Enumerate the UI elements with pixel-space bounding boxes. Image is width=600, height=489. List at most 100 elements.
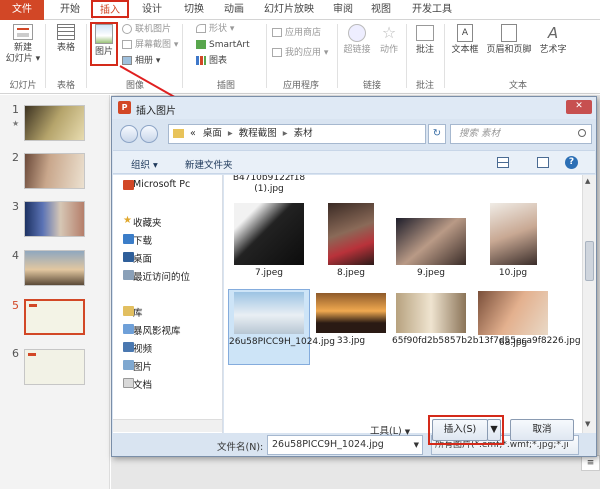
nav-label: 文档 bbox=[133, 380, 153, 391]
file-thumbnail bbox=[396, 293, 466, 333]
desktop-icon bbox=[123, 252, 134, 262]
nav-favorites[interactable]: ★ 收藏夹 bbox=[123, 215, 162, 230]
refresh-button[interactable]: ↻ bbox=[428, 124, 446, 144]
view-icon[interactable] bbox=[497, 157, 509, 168]
file-thumbnail bbox=[316, 293, 386, 333]
dialog-toolbar: 组织 ▾ 新建文件夹 ? bbox=[113, 150, 595, 174]
filetype-value: 所有图片(*.emf;*.wmf;*.jpg;*.ji bbox=[435, 440, 569, 450]
filename-value: 26u58PICC9H_1024.jpg bbox=[272, 439, 384, 450]
path-sep[interactable]: ▸ bbox=[228, 128, 233, 139]
library-icon bbox=[123, 306, 134, 316]
address-bar[interactable]: « 桌面 ▸ 教程截图 ▸ 素材 bbox=[168, 124, 426, 144]
cancel-button[interactable]: 取消 bbox=[510, 419, 574, 441]
nav-label: 桌面 bbox=[133, 254, 153, 265]
dialog-title-bar: P 插入图片 ✕ bbox=[112, 97, 596, 119]
file-thumbnail bbox=[234, 203, 304, 265]
file-thumbnail bbox=[396, 218, 466, 265]
nav-pictures[interactable]: 图片 bbox=[123, 359, 153, 373]
path-desktop[interactable]: 桌面 bbox=[203, 128, 222, 139]
tools-button[interactable]: 工具(L) ▼ bbox=[370, 423, 410, 437]
path-sep[interactable]: ▸ bbox=[283, 128, 288, 139]
search-input[interactable]: 搜索 素材 bbox=[450, 124, 592, 144]
tools-label: 工具(L) bbox=[370, 426, 402, 437]
nav-label: 收藏夹 bbox=[133, 218, 162, 229]
file-item[interactable]: 7.jpeg bbox=[230, 203, 308, 279]
filename-label: 文件名(N): bbox=[217, 442, 264, 453]
file-name: 7.jpeg bbox=[254, 268, 284, 278]
nav-documents[interactable]: 文档 bbox=[123, 377, 153, 391]
nav-hscroll[interactable] bbox=[113, 419, 222, 432]
chevron-down-icon[interactable]: ▼ bbox=[414, 436, 419, 454]
file-thumbnail bbox=[328, 203, 374, 265]
file-item[interactable]: 9.jpeg bbox=[392, 218, 470, 279]
nav-libraries[interactable]: 库 bbox=[123, 305, 143, 319]
pictures-icon bbox=[123, 360, 134, 370]
file-item[interactable]: 10.jpg bbox=[474, 203, 552, 279]
file-thumbnail bbox=[489, 203, 537, 265]
address-row: « 桌面 ▸ 教程截图 ▸ 素材 ↻ 搜索 素材 bbox=[118, 122, 592, 146]
file-name: 68.jpg bbox=[498, 338, 528, 348]
file-thumbnail bbox=[478, 291, 548, 335]
file-name: 26u58PICC9H_1024.jpg bbox=[229, 337, 335, 347]
file-name: 9.jpeg bbox=[416, 268, 446, 278]
nav-recent[interactable]: 最近访问的位 bbox=[123, 269, 191, 283]
forward-button[interactable] bbox=[140, 125, 158, 143]
file-list: B4710b9122f18 (1).jpg 7.jpeg 8.jpeg 9.jp… bbox=[224, 175, 582, 433]
file-item[interactable]: B4710b9122f18 (1).jpg bbox=[230, 175, 308, 195]
file-item[interactable]: 65f90fd2b5857b2b13f7d55eca9f8226.jpg bbox=[392, 293, 581, 347]
documents-icon bbox=[123, 378, 134, 388]
path-material[interactable]: 素材 bbox=[294, 128, 313, 139]
scroll-down-arrow[interactable]: ▼ bbox=[585, 420, 590, 428]
powerpoint-folder-icon bbox=[123, 180, 134, 190]
file-name: 8.jpeg bbox=[336, 268, 366, 278]
file-item[interactable]: 68.jpg bbox=[474, 291, 552, 349]
nav-label: 暴风影视库 bbox=[133, 326, 181, 337]
file-name: 33.jpg bbox=[336, 336, 366, 346]
scroll-up-arrow[interactable]: ▲ bbox=[585, 177, 590, 185]
file-name: B4710b9122f18 (1).jpg bbox=[232, 175, 306, 194]
nav-downloads[interactable]: 下载 bbox=[123, 233, 153, 247]
insert-picture-dialog: P 插入图片 ✕ « 桌面 ▸ 教程截图 ▸ 素材 ↻ 搜索 素材 组织 ▾ 新… bbox=[111, 96, 597, 457]
folder-icon bbox=[173, 129, 184, 138]
new-folder-button[interactable]: 新建文件夹 bbox=[185, 157, 233, 171]
navigation-pane: Microsoft Pc ★ 收藏夹 下载 桌面 最近访问的位 库 暴风影视库 视… bbox=[113, 175, 223, 433]
organize-button[interactable]: 组织 ▾ bbox=[131, 157, 158, 171]
filename-input[interactable]: 26u58PICC9H_1024.jpg ▼ bbox=[267, 435, 423, 455]
video-icon bbox=[123, 342, 134, 352]
file-name: 10.jpg bbox=[498, 268, 528, 278]
star-icon: ★ bbox=[123, 215, 132, 226]
close-button[interactable]: ✕ bbox=[566, 100, 592, 114]
download-icon bbox=[123, 234, 134, 244]
nav-baofeng[interactable]: 暴风影视库 bbox=[123, 323, 181, 337]
insert-button[interactable]: 插入(S) bbox=[432, 419, 488, 441]
file-item[interactable]: 8.jpeg bbox=[312, 203, 390, 279]
preview-pane-icon[interactable] bbox=[537, 157, 549, 168]
nav-label: 下载 bbox=[133, 236, 153, 247]
nav-label: 视频 bbox=[133, 344, 153, 355]
recent-icon bbox=[123, 270, 134, 280]
file-thumbnail bbox=[234, 292, 304, 334]
powerpoint-icon: P bbox=[118, 101, 131, 114]
back-button[interactable] bbox=[120, 125, 138, 143]
file-name: 65f90fd2b5857b2b13f7d55eca9f8226.jpg bbox=[392, 336, 581, 346]
nav-label: 图片 bbox=[133, 362, 153, 373]
path-tutorial[interactable]: 教程截图 bbox=[239, 128, 277, 139]
nav-label: 库 bbox=[133, 308, 143, 319]
file-item-selected[interactable]: 26u58PICC9H_1024.jpg bbox=[228, 289, 335, 365]
search-placeholder: 搜索 素材 bbox=[459, 128, 501, 139]
file-item[interactable]: 33.jpg bbox=[312, 293, 390, 347]
help-icon[interactable]: ? bbox=[565, 156, 578, 169]
chevron-down-icon: ▼ bbox=[404, 428, 411, 436]
nav-microsoft-pc[interactable]: Microsoft Pc bbox=[123, 179, 191, 190]
insert-dropdown-button[interactable]: ▼ bbox=[487, 419, 501, 441]
nav-desktop[interactable]: 桌面 bbox=[123, 251, 153, 265]
media-library-icon bbox=[123, 324, 134, 334]
scroll-thumb[interactable] bbox=[585, 241, 594, 281]
dialog-title: 插入图片 bbox=[136, 106, 176, 117]
search-icon bbox=[578, 129, 586, 137]
path-overflow[interactable]: « bbox=[190, 128, 196, 139]
nav-videos[interactable]: 视频 bbox=[123, 341, 153, 355]
nav-label: Microsoft Pc bbox=[133, 179, 191, 190]
nav-label: 最近访问的位 bbox=[133, 272, 191, 283]
file-list-scrollbar[interactable]: ▲ ▼ bbox=[582, 175, 596, 433]
